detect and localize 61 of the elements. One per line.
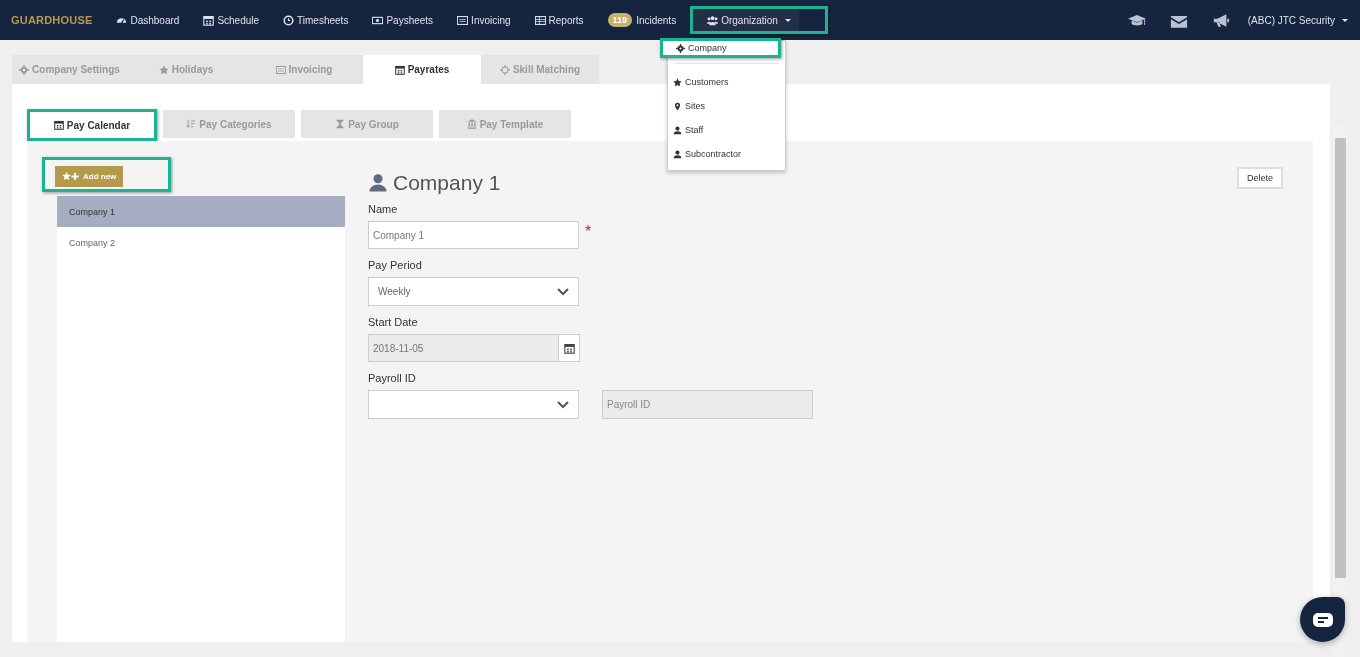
- calendar-icon: [53, 120, 64, 130]
- menu-item[interactable]: Staff: [663, 121, 704, 139]
- sort-icon: [186, 119, 197, 129]
- calendar-icon: [203, 14, 215, 26]
- calendar-icon: [394, 64, 405, 75]
- nav-link[interactable]: Reports: [525, 9, 593, 31]
- card-icon: [457, 14, 469, 26]
- hourglass-icon: [335, 119, 346, 129]
- user-icon: [673, 125, 682, 135]
- calendar-button[interactable]: [559, 334, 580, 362]
- dropdown-field[interactable]: Weekly: [368, 277, 579, 306]
- nav-link[interactable]: Schedule: [194, 9, 269, 31]
- nav-link[interactable]: Organization: [693, 9, 799, 31]
- star-icon: [673, 77, 682, 87]
- field-label: Payroll ID: [368, 372, 417, 384]
- field-label: Start Date: [368, 316, 419, 328]
- brand-logo[interactable]: GUARDHOUSE: [11, 14, 93, 26]
- card-icon: [275, 64, 286, 75]
- detail-title: Company 1: [393, 171, 501, 195]
- nav-link[interactable]: Paysheets: [363, 9, 443, 31]
- menu-item[interactable]: Subcontractor: [663, 145, 742, 163]
- user-icon: [368, 173, 388, 193]
- crosshair-icon: [499, 64, 510, 75]
- nav-link[interactable]: Dashboard: [107, 9, 189, 31]
- delete-button[interactable]: Delete: [1237, 167, 1283, 189]
- company-list-item[interactable]: Company 1: [57, 196, 345, 227]
- chat-icon: [1312, 612, 1333, 627]
- menu-item[interactable]: Company: [663, 41, 778, 55]
- megaphone-icon[interactable]: [1211, 12, 1230, 28]
- map-pin-icon: [673, 101, 682, 111]
- building-icon: [466, 119, 477, 129]
- dropdown-field[interactable]: [368, 390, 579, 419]
- menu-item[interactable]: Customers: [663, 73, 729, 91]
- nav-link[interactable]: Timesheets: [274, 9, 358, 31]
- settings-icon: [676, 43, 685, 53]
- users-icon: [707, 14, 719, 26]
- star-icon: [158, 64, 169, 75]
- nav-link[interactable]: 119 Incidents: [598, 9, 686, 31]
- count-badge: 119: [607, 13, 633, 27]
- star-plus-icon: [62, 172, 80, 181]
- clock-icon: [283, 14, 295, 26]
- settings-icon: [19, 64, 30, 75]
- nav-link[interactable]: Invoicing: [448, 9, 520, 31]
- caret-icon: [1342, 18, 1348, 22]
- banknote-icon: [372, 14, 384, 26]
- chevron-down-icon: [557, 400, 569, 409]
- account-menu[interactable]: (ABC) JTC Security: [1241, 9, 1348, 31]
- name-field[interactable]: Company 1: [368, 221, 579, 249]
- caret-icon: [784, 18, 791, 22]
- calendar-icon: [563, 342, 575, 354]
- field-label: Name: [368, 203, 399, 215]
- chevron-down-icon: [557, 287, 569, 296]
- tab[interactable]: Payrates: [363, 55, 481, 84]
- table-icon: [534, 14, 546, 26]
- menu-item[interactable]: Sites: [663, 97, 705, 115]
- required-marker: *: [585, 223, 592, 241]
- tab[interactable]: Pay Calendar: [30, 112, 154, 138]
- field-label: Pay Period: [368, 259, 423, 271]
- user-icon: [673, 149, 682, 159]
- company-list-item[interactable]: Company 2: [57, 227, 345, 258]
- graduation-cap-icon[interactable]: [1127, 12, 1146, 28]
